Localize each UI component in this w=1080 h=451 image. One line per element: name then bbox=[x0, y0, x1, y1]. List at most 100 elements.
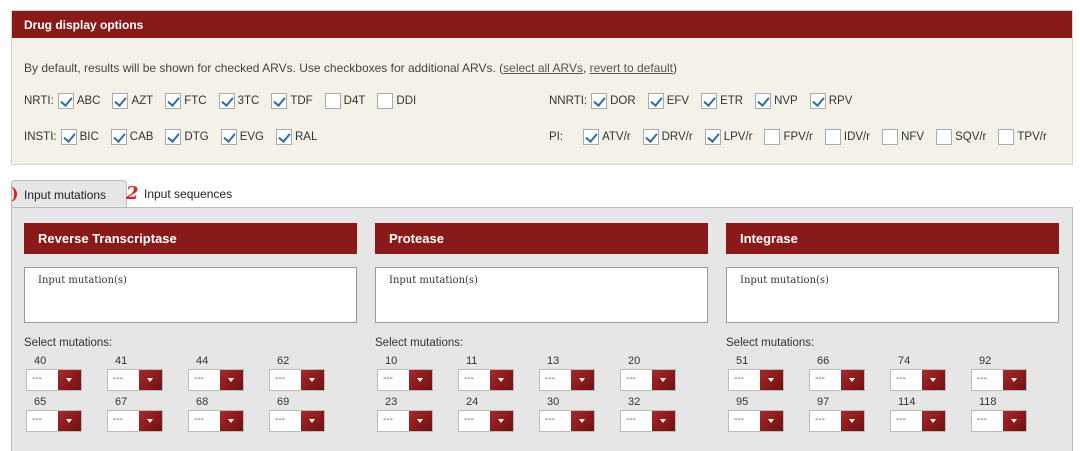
drug-option-etr[interactable]: ETR bbox=[701, 93, 743, 109]
mutation-dropdown[interactable]: --- bbox=[269, 410, 325, 432]
drug-option-drv-r[interactable]: DRV/r bbox=[642, 129, 693, 145]
chevron-down-icon[interactable] bbox=[490, 370, 513, 390]
chevron-down-icon[interactable] bbox=[760, 411, 783, 431]
checkbox[interactable] bbox=[755, 93, 772, 109]
drug-option-ddi[interactable]: DDI bbox=[377, 93, 416, 109]
revert-to-default-link[interactable]: revert to default bbox=[590, 61, 673, 75]
checkbox[interactable] bbox=[112, 93, 129, 109]
checkbox[interactable] bbox=[60, 129, 77, 145]
mutation-dropdown[interactable]: --- bbox=[107, 369, 163, 391]
mutation-dropdown[interactable]: --- bbox=[971, 410, 1027, 432]
checkbox[interactable] bbox=[824, 129, 841, 145]
chevron-down-icon[interactable] bbox=[301, 411, 324, 431]
mutation-dropdown[interactable]: --- bbox=[620, 410, 676, 432]
drug-option-3tc[interactable]: 3TC bbox=[218, 93, 259, 109]
drug-option-ral[interactable]: RAL bbox=[276, 129, 317, 145]
checkbox[interactable] bbox=[647, 93, 664, 109]
drug-option-tpv-r[interactable]: TPV/r bbox=[998, 129, 1047, 145]
chevron-down-icon[interactable] bbox=[652, 370, 675, 390]
mutation-dropdown[interactable]: --- bbox=[809, 369, 865, 391]
chevron-down-icon[interactable] bbox=[58, 411, 81, 431]
mutation-dropdown[interactable]: --- bbox=[539, 369, 595, 391]
chevron-down-icon[interactable] bbox=[409, 370, 432, 390]
chevron-down-icon[interactable] bbox=[760, 370, 783, 390]
drug-option-abc[interactable]: ABC bbox=[57, 93, 100, 109]
drug-option-tdf[interactable]: TDF bbox=[271, 93, 313, 109]
mutation-dropdown[interactable]: --- bbox=[890, 369, 946, 391]
mutation-dropdown[interactable]: --- bbox=[107, 410, 163, 432]
checkbox[interactable] bbox=[165, 129, 182, 145]
mutation-input[interactable]: Input mutation(s) bbox=[375, 267, 708, 323]
checkbox[interactable] bbox=[220, 129, 237, 145]
drug-option-d4t[interactable]: D4T bbox=[324, 93, 365, 109]
drug-option-fpv-r[interactable]: FPV/r bbox=[764, 129, 813, 145]
chevron-down-icon[interactable] bbox=[220, 370, 243, 390]
drug-option-azt[interactable]: AZT bbox=[112, 93, 153, 109]
mutation-dropdown[interactable]: --- bbox=[188, 410, 244, 432]
chevron-down-icon[interactable] bbox=[409, 411, 432, 431]
drug-option-sqv-r[interactable]: SQV/r bbox=[936, 129, 986, 145]
mutation-dropdown[interactable]: --- bbox=[620, 369, 676, 391]
chevron-down-icon[interactable] bbox=[139, 411, 162, 431]
checkbox[interactable] bbox=[276, 129, 292, 145]
tab-input-mutations[interactable]: Input mutations bbox=[11, 180, 127, 208]
checkbox[interactable] bbox=[57, 93, 74, 109]
checkbox[interactable] bbox=[704, 129, 721, 145]
chevron-down-icon[interactable] bbox=[922, 370, 945, 390]
drug-option-lpv-r[interactable]: LPV/r bbox=[704, 129, 752, 145]
chevron-down-icon[interactable] bbox=[652, 411, 675, 431]
mutation-dropdown[interactable]: --- bbox=[188, 369, 244, 391]
checkbox[interactable] bbox=[882, 129, 899, 145]
checkbox[interactable] bbox=[936, 129, 953, 145]
chevron-down-icon[interactable] bbox=[841, 370, 864, 390]
drug-option-nfv[interactable]: NFV bbox=[882, 129, 924, 145]
drug-option-bic[interactable]: BIC bbox=[60, 129, 99, 145]
drug-option-idv-r[interactable]: IDV/r bbox=[824, 129, 870, 145]
checkbox[interactable] bbox=[165, 93, 182, 109]
checkbox[interactable] bbox=[764, 129, 781, 145]
mutation-dropdown[interactable]: --- bbox=[269, 369, 325, 391]
mutation-dropdown[interactable]: --- bbox=[539, 410, 595, 432]
mutation-dropdown[interactable]: --- bbox=[971, 369, 1027, 391]
chevron-down-icon[interactable] bbox=[139, 370, 162, 390]
chevron-down-icon[interactable] bbox=[490, 411, 513, 431]
chevron-down-icon[interactable] bbox=[1003, 411, 1026, 431]
chevron-down-icon[interactable] bbox=[571, 370, 594, 390]
mutation-dropdown[interactable]: --- bbox=[377, 369, 433, 391]
checkbox[interactable] bbox=[377, 93, 394, 109]
mutation-dropdown[interactable]: --- bbox=[809, 410, 865, 432]
mutation-dropdown[interactable]: --- bbox=[728, 410, 784, 432]
checkbox[interactable] bbox=[218, 93, 235, 109]
chevron-down-icon[interactable] bbox=[220, 411, 243, 431]
drug-option-nvp[interactable]: NVP bbox=[755, 93, 798, 109]
mutation-dropdown[interactable]: --- bbox=[728, 369, 784, 391]
checkbox[interactable] bbox=[809, 93, 826, 109]
checkbox[interactable] bbox=[591, 93, 608, 109]
checkbox[interactable] bbox=[998, 129, 1015, 145]
chevron-down-icon[interactable] bbox=[922, 411, 945, 431]
drug-option-efv[interactable]: EFV bbox=[647, 93, 689, 109]
tab-input-sequences[interactable]: Input sequences bbox=[130, 180, 240, 208]
chevron-down-icon[interactable] bbox=[58, 370, 81, 390]
checkbox[interactable] bbox=[583, 129, 600, 145]
mutation-dropdown[interactable]: --- bbox=[890, 410, 946, 432]
checkbox[interactable] bbox=[271, 93, 288, 109]
checkbox[interactable] bbox=[110, 129, 127, 145]
checkbox[interactable] bbox=[701, 93, 718, 109]
chevron-down-icon[interactable] bbox=[1003, 370, 1026, 390]
mutation-dropdown[interactable]: --- bbox=[26, 369, 82, 391]
drug-option-dor[interactable]: DOR bbox=[591, 93, 636, 109]
mutation-input[interactable]: Input mutation(s) bbox=[24, 267, 357, 323]
checkbox[interactable] bbox=[324, 93, 341, 109]
select-all-arvs-link[interactable]: select all ARVs bbox=[503, 61, 583, 75]
drug-option-evg[interactable]: EVG bbox=[220, 129, 264, 145]
mutation-input[interactable]: Input mutation(s) bbox=[726, 267, 1059, 323]
drug-option-atv-r[interactable]: ATV/r bbox=[583, 129, 631, 145]
mutation-dropdown[interactable]: --- bbox=[377, 410, 433, 432]
drug-option-ftc[interactable]: FTC bbox=[165, 93, 207, 109]
mutation-dropdown[interactable]: --- bbox=[458, 410, 514, 432]
chevron-down-icon[interactable] bbox=[841, 411, 864, 431]
drug-option-dtg[interactable]: DTG bbox=[165, 129, 209, 145]
checkbox[interactable] bbox=[642, 129, 659, 145]
chevron-down-icon[interactable] bbox=[301, 370, 324, 390]
